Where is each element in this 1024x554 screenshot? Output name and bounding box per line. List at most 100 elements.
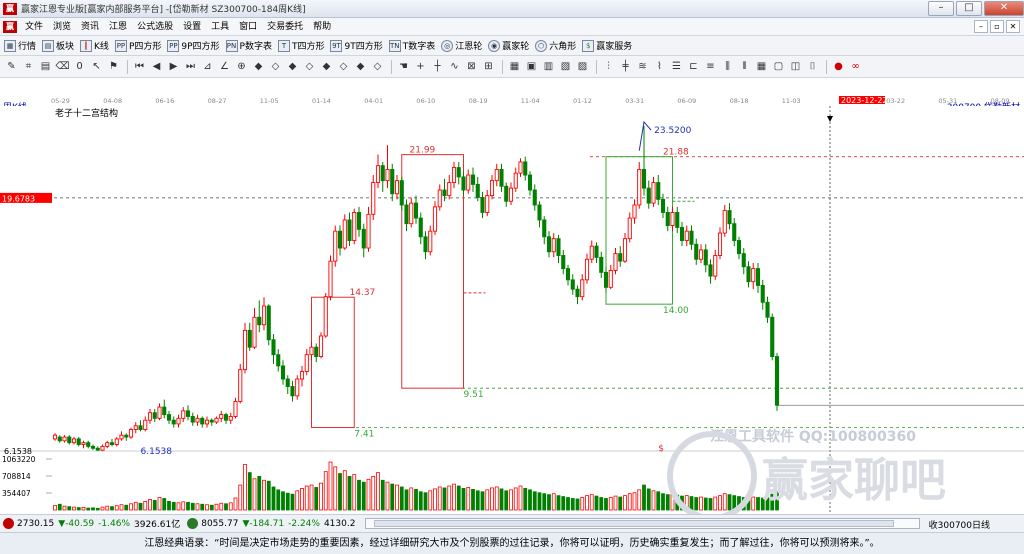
toolbar-9t-square-button[interactable]: 9T 9T四方形 — [330, 39, 383, 52]
volume-bar — [561, 496, 566, 511]
toolbar-p-square-button[interactable]: PP P四方形 — [114, 39, 161, 52]
calendar-icon[interactable]: ▦ — [507, 59, 522, 74]
frame-icon[interactable]: ▢ — [771, 59, 786, 74]
diamond-6-icon[interactable]: ◇ — [336, 59, 351, 74]
diamond-5-icon[interactable]: ◆ — [319, 59, 334, 74]
infinity-icon[interactable]: ∞ — [848, 59, 863, 74]
menu-tools[interactable]: 工具 — [206, 18, 234, 36]
toolbar-sector-button[interactable]: ▤ 板块 — [42, 39, 74, 52]
grid-lines-icon[interactable]: ▦ — [754, 59, 769, 74]
volume-bar — [281, 491, 285, 511]
menu-info[interactable]: 资讯 — [76, 18, 104, 36]
zero-icon[interactable]: 0 — [72, 59, 87, 74]
chart-scrollbar[interactable] — [365, 518, 920, 529]
save-icon[interactable]: ▣ — [524, 59, 539, 74]
toolbar-quotes-button[interactable]: ▦ 行情 — [4, 39, 36, 52]
select-icon[interactable]: ▤ — [38, 59, 53, 74]
menu-settings[interactable]: 设置 — [178, 18, 206, 36]
volume-bar — [466, 487, 471, 511]
mdi-close-icon[interactable]: ✕ — [1006, 20, 1020, 33]
target-icon[interactable]: ⊕ — [234, 59, 249, 74]
candle-down — [404, 204, 409, 225]
volume-bar — [181, 501, 186, 511]
menu-formula-screen[interactable]: 公式选股 — [132, 18, 178, 36]
diamond-4-icon[interactable]: ◇ — [302, 59, 317, 74]
candle-down — [138, 425, 143, 430]
chat-icon[interactable]: ▧ — [558, 59, 573, 74]
toolbar-hexagon-button[interactable]: ⬡ 六角形 — [535, 39, 576, 52]
lock-icon[interactable]: ⌷ — [805, 59, 820, 74]
candle-up — [698, 249, 704, 260]
zigzag-icon[interactable]: ∿ — [447, 59, 462, 74]
mdi-restore-icon[interactable]: ▫ — [990, 20, 1004, 33]
last-icon[interactable]: ⏭ — [183, 59, 198, 74]
hand-icon[interactable]: ☚ — [396, 59, 411, 74]
diamond-icon[interactable]: ◆ — [251, 59, 266, 74]
diamond-8-icon[interactable]: ◇ — [370, 59, 385, 74]
diamond-2-icon[interactable]: ◇ — [268, 59, 283, 74]
bars-icon[interactable]: ⫼ — [720, 59, 735, 74]
cross-line-icon[interactable]: ┼ — [430, 59, 445, 74]
angle-icon[interactable]: ∠ — [217, 59, 232, 74]
diamond-3-icon[interactable]: ◆ — [285, 59, 300, 74]
tools-icon[interactable]: ▨ — [575, 59, 590, 74]
toolbar-winner-wheel-button[interactable]: ◉ 赢家轮 — [488, 39, 529, 52]
candle-down — [190, 415, 195, 423]
kline-chart-area[interactable]: 1063220 708814 354407 19.6783 21.99 21.88 23.… — [0, 106, 1024, 530]
next-icon[interactable]: ▶ — [166, 59, 181, 74]
ladder-icon[interactable]: ☰ — [669, 59, 684, 74]
menu-browse[interactable]: 浏览 — [48, 18, 76, 36]
maximize-icon[interactable]: □ — [956, 1, 982, 16]
film-icon[interactable]: ▥ — [541, 59, 556, 74]
menu-help[interactable]: 帮助 — [308, 18, 336, 36]
toolbar-service-button[interactable]: $ 赢家服务 — [582, 39, 632, 52]
scrollbar-thumb[interactable] — [374, 520, 894, 527]
candle-up — [323, 296, 328, 337]
fan-icon[interactable]: ⊿ — [200, 59, 215, 74]
toolbar-t-number-table-button[interactable]: TN T数字表 — [388, 39, 435, 52]
indicator-icon[interactable]: ⫶ — [601, 59, 616, 74]
flag-icon[interactable]: ⚑ — [106, 59, 121, 74]
bar-icon[interactable]: ╪ — [618, 59, 633, 74]
split-icon[interactable]: ◫ — [788, 59, 803, 74]
menu-file[interactable]: 文件 — [20, 18, 48, 36]
volume-bar — [380, 479, 385, 511]
toolbar-gann-wheel-button[interactable]: ◎ 江恩轮 — [441, 39, 482, 52]
lines-icon[interactable]: ≡ — [703, 59, 718, 74]
prev-icon[interactable]: ◀ — [149, 59, 164, 74]
menu-gann[interactable]: 江恩 — [104, 18, 132, 36]
cursor-icon[interactable]: ↖ — [89, 59, 104, 74]
wave-icon[interactable]: ≋ — [635, 59, 650, 74]
toolbar-kline-button[interactable]: ┃ K线 — [80, 39, 109, 52]
mdi-minimize-icon[interactable]: – — [974, 20, 988, 33]
diamond-7-icon[interactable]: ◆ — [353, 59, 368, 74]
candle-up — [670, 212, 675, 227]
kline-chart[interactable]: 1063220 708814 354407 19.6783 21.99 21.88 23.… — [0, 106, 1024, 530]
minimize-icon[interactable]: – — [928, 1, 954, 16]
candle-down — [618, 253, 623, 262]
toolbar-9p-square-button[interactable]: PP 9P四方形 — [167, 39, 220, 52]
eraser-icon[interactable]: ⌫ — [55, 59, 70, 74]
columns-icon[interactable]: ⫴ — [737, 59, 752, 74]
menu-window[interactable]: 窗口 — [234, 18, 262, 36]
volume-bar — [53, 505, 57, 511]
mouse-icon[interactable]: ⌗ — [21, 59, 36, 74]
ball-icon[interactable]: ● — [831, 59, 846, 74]
pen-icon[interactable]: ✎ — [4, 59, 19, 74]
toolbar-p-number-table-button[interactable]: PN P数字表 — [225, 39, 272, 52]
measure-icon[interactable]: ⊞ — [481, 59, 496, 74]
first-icon[interactable]: ⏮ — [132, 59, 147, 74]
crosshair-icon[interactable]: + — [413, 59, 428, 74]
ruler-icon[interactable]: ⊠ — [464, 59, 479, 74]
volume-bar — [409, 487, 414, 511]
signal-icon[interactable]: ⌇ — [652, 59, 667, 74]
stairs-icon[interactable]: ⊏ — [686, 59, 701, 74]
candle-up — [181, 410, 186, 419]
candle-up — [513, 172, 518, 189]
volume-bar — [338, 473, 342, 511]
close-icon[interactable]: ✕ — [984, 1, 1024, 16]
volume-bar — [395, 484, 399, 511]
menu-trade[interactable]: 交易委托 — [262, 18, 308, 36]
toolbar-t-square-button[interactable]: T T四方形 — [277, 39, 324, 52]
volume-bar — [651, 490, 656, 511]
